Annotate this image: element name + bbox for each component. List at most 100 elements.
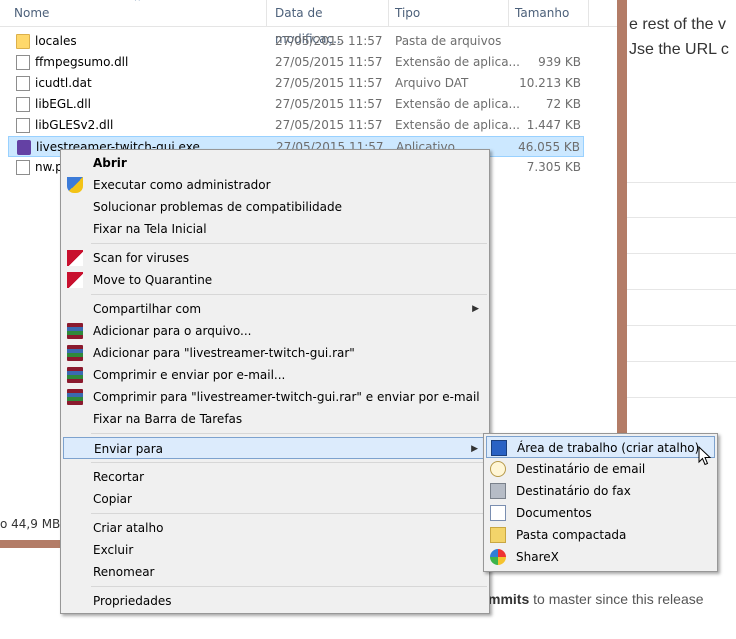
menu-item-executar-como-administrador[interactable]: Executar como administrador [63,174,487,196]
send-to-item-destinatario-de-email[interactable]: Destinatário de email [486,458,715,480]
menu-item-recortar[interactable]: Recortar [63,466,487,488]
file-size: 46.055 KB [518,140,580,154]
menu-item-renomear[interactable]: Renomear [63,561,487,583]
menu-item-copiar[interactable]: Copiar [63,488,487,510]
menu-item-criar-atalho[interactable]: Criar atalho [63,517,487,539]
mail-recipient-icon [490,461,506,477]
kaspersky-icon [67,272,83,288]
file-date: 27/05/2015 11:57 [275,55,383,69]
mouse-cursor-icon [698,446,712,466]
sort-arrow-icon: ^ [134,0,141,6]
file-row[interactable]: ffmpegsumo.dll 27/05/2015 11:57 Extensão d… [8,52,584,73]
twitch-app-icon [17,140,31,155]
file-row[interactable]: libGLESv2.dll 27/05/2015 11:57 Extensão de… [8,115,584,136]
column-size[interactable]: Tamanho [509,0,589,26]
menu-item-label: Destinatário do fax [516,484,631,498]
menu-item-scan-for-viruses[interactable]: Scan for viruses [63,247,487,269]
file-type: Extensão de aplica... [395,55,520,69]
divider [617,289,736,290]
menu-item-adicionar-para-livestreamer-twitch-gui-rar[interactable]: Adicionar para "livestreamer-twitch-gui.… [63,342,487,364]
file-type: Pasta de arquivos [395,34,502,48]
menu-item-label: Documentos [516,506,592,520]
file-name: nw.p [35,160,63,174]
menu-separator [91,243,487,244]
file-size: 72 KB [545,97,581,111]
send-to-item-pasta-compactada[interactable]: Pasta compactada [486,524,715,546]
file-icon [16,160,30,175]
menu-item-fixar-na-barra-de-tarefas[interactable]: Fixar na Barra de Tarefas [63,408,487,430]
menu-item-label: Scan for viruses [93,251,190,265]
menu-item-label: Renomear [93,565,155,579]
folder-icon [16,34,30,49]
menu-item-fixar-na-tela-inicial[interactable]: Fixar na Tela Inicial [63,218,487,240]
send-to-item-sharex[interactable]: ShareX [486,546,715,568]
winrar-icon [67,323,83,339]
file-size: 939 KB [538,55,581,69]
file-row[interactable]: locales 27/05/2015 11:57 Pasta de arquivos [8,31,584,52]
column-type[interactable]: Tipo [389,0,509,26]
menu-item-label: Comprimir para "livestreamer-twitch-gui.… [93,390,480,404]
menu-item-label: Abrir [93,156,127,170]
column-header: Nome Data de modificaç... Tipo Tamanho ^ [0,0,617,46]
file-icon [16,76,30,91]
menu-item-label: Adicionar para "livestreamer-twitch-gui.… [93,346,355,360]
menu-separator [91,462,487,463]
background-text-line-1: e rest of the v [629,16,726,33]
menu-separator [91,433,487,434]
file-type: Extensão de aplica... [395,97,520,111]
submenu-arrow-icon: ▶ [471,444,478,454]
dll-file-icon [16,118,30,133]
winrar-icon [67,345,83,361]
file-name: locales [35,34,77,48]
menu-item-label: Destinatário de email [516,462,646,476]
file-row[interactable]: libEGL.dll 27/05/2015 11:57 Extensão de ap… [8,94,584,115]
release-commits-text: mmits to master since this release [488,591,704,607]
file-date: 27/05/2015 11:57 [275,118,383,132]
menu-item-enviar-para[interactable]: Enviar para ▶ [63,437,487,459]
menu-item-solucionar-problemas-de-compatibilidade[interactable]: Solucionar problemas de compatibilidade [63,196,487,218]
menu-item-label: Excluir [93,543,134,557]
background-text-line-2: Jse the URL c [629,41,729,58]
status-bar-size: o 44,9 MB [0,517,61,531]
winrar-icon [67,367,83,383]
file-name: icudtl.dat [35,76,92,90]
menu-item-label: Adicionar para o arquivo... [93,324,252,338]
menu-item-compartilhar-com[interactable]: Compartilhar com ▶ [63,298,487,320]
uac-shield-icon [67,177,83,193]
menu-item-label: Propriedades [93,594,172,608]
file-row[interactable]: icudtl.dat 27/05/2015 11:57 Arquivo DAT 10.… [8,73,584,94]
divider [617,253,736,254]
menu-item-abrir[interactable]: Abrir [63,152,487,174]
send-to-item-documentos[interactable]: Documentos [486,502,715,524]
menu-item-label: Pasta compactada [516,528,627,542]
file-size: 1.447 KB [526,118,581,132]
column-date[interactable]: Data de modificaç... [269,0,389,46]
winrar-icon [67,389,83,405]
send-to-item-destinatario-do-fax[interactable]: Destinatário do fax [486,480,715,502]
menu-item-move-to-quarantine[interactable]: Move to Quarantine [63,269,487,291]
file-date: 27/05/2015 11:57 [275,76,383,90]
menu-item-label: Área de trabalho (criar atalho) [517,441,700,455]
file-name: libGLESv2.dll [35,118,114,132]
menu-item-excluir[interactable]: Excluir [63,539,487,561]
fax-icon [490,483,506,499]
menu-item-adicionar-para-o-arquivo[interactable]: Adicionar para o arquivo... [63,320,487,342]
menu-separator [91,586,487,587]
menu-item-label: Executar como administrador [93,178,271,192]
menu-item-label: Criar atalho [93,521,164,535]
menu-item-label: Move to Quarantine [93,273,213,287]
file-name: ffmpegsumo.dll [35,55,129,69]
send-to-item-area-de-trabalho-criar-atalho[interactable]: Área de trabalho (criar atalho) [486,436,715,458]
divider [617,397,736,398]
menu-item-propriedades[interactable]: Propriedades [63,590,487,612]
menu-item-label: Solucionar problemas de compatibilidade [93,200,342,214]
menu-item-label: Enviar para [94,442,163,456]
menu-item-comprimir-e-enviar-por-e-mail[interactable]: Comprimir e enviar por e-mail... [63,364,487,386]
sharex-icon [490,549,506,565]
file-type: Arquivo DAT [395,76,469,90]
menu-item-label: Fixar na Barra de Tarefas [93,412,243,426]
send-to-submenu: Área de trabalho (criar atalho) Destinatá… [483,433,718,572]
divider [617,217,736,218]
menu-item-label: Fixar na Tela Inicial [93,222,207,236]
menu-item-comprimir-para-livestreamer-twitch-gui-rar-e-enviar-por-e-mail[interactable]: Comprimir para "livestreamer-twitch-gui.… [63,386,487,408]
